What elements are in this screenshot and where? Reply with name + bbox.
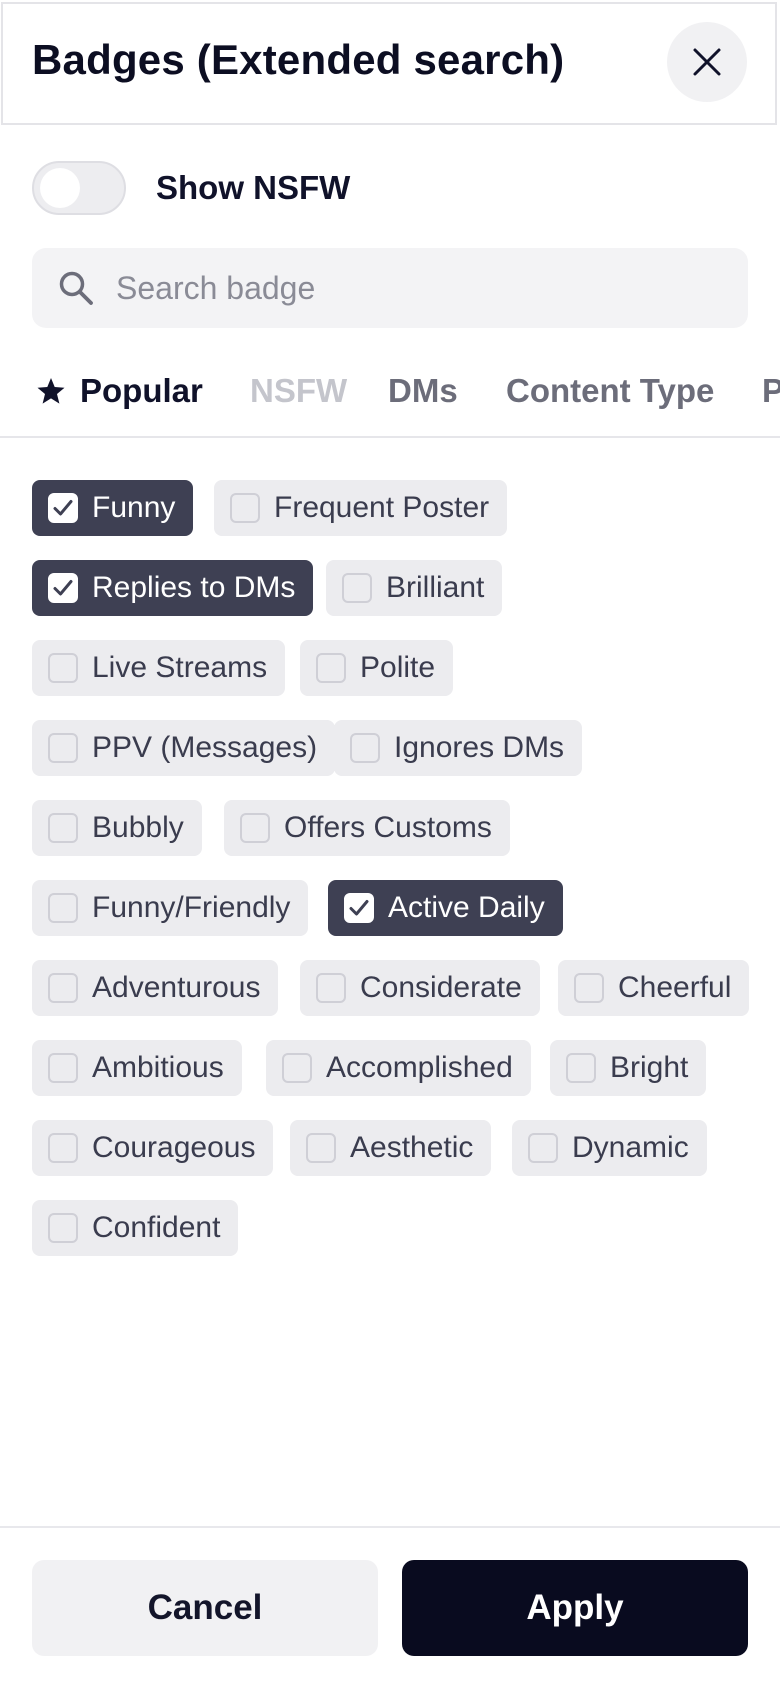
checkbox <box>48 1133 78 1163</box>
star-icon <box>37 378 65 404</box>
badge-label: Ambitious <box>92 1051 224 1084</box>
checkbox <box>574 973 604 1003</box>
nsfw-toggle[interactable] <box>32 161 126 215</box>
checkbox <box>48 813 78 843</box>
badge-chip[interactable]: Polite <box>300 640 454 696</box>
badge-label: Bright <box>610 1051 689 1084</box>
checkbox <box>316 653 346 683</box>
badge-label: Live Streams <box>92 651 268 684</box>
badge-chip[interactable]: Adventurous <box>32 960 279 1016</box>
badge-chip[interactable]: Confident <box>32 1200 239 1256</box>
badge-label: Bubbly <box>92 811 184 844</box>
badge-label: Brilliant <box>386 571 485 604</box>
badge-chip[interactable]: Funny/Friendly <box>32 880 309 936</box>
badge-chip[interactable]: Bright <box>550 1040 707 1096</box>
checkbox <box>48 1053 78 1083</box>
tab-label: NSFW <box>250 372 348 409</box>
close-icon <box>693 48 721 76</box>
close-button[interactable] <box>667 22 747 102</box>
checkbox <box>350 733 380 763</box>
checkbox <box>48 493 78 523</box>
category-tabs: Popular NSFW DMs Content Type P <box>0 362 780 438</box>
tab-nsfw[interactable]: NSFW <box>250 372 347 410</box>
badge-label: Funny/Friendly <box>92 891 291 924</box>
checkbox <box>316 973 346 1003</box>
checkbox <box>282 1053 312 1083</box>
badge-label: Cheerful <box>618 971 732 1004</box>
checkbox <box>230 493 260 523</box>
tab-label: DMs <box>388 372 458 409</box>
tab-popular[interactable]: Popular <box>36 372 203 410</box>
toggle-knob <box>40 168 80 208</box>
checkbox <box>344 893 374 923</box>
badge-chip[interactable]: Funny <box>32 480 194 536</box>
nsfw-toggle-row: Show NSFW <box>32 160 350 216</box>
badge-label: Accomplished <box>326 1051 513 1084</box>
checkbox <box>342 573 372 603</box>
search-input[interactable] <box>114 268 698 308</box>
badge-chip[interactable]: Courageous <box>32 1120 274 1176</box>
badge-chip[interactable]: Considerate <box>300 960 540 1016</box>
checkbox <box>48 573 78 603</box>
badge-label: Funny <box>92 491 176 524</box>
check-icon <box>349 900 369 916</box>
search-box <box>32 248 748 328</box>
checkbox <box>528 1133 558 1163</box>
modal-footer: Cancel Apply <box>0 1526 780 1688</box>
tab-next[interactable]: P <box>762 372 780 410</box>
badge-chip[interactable]: Active Daily <box>328 880 563 936</box>
checkbox <box>48 973 78 1003</box>
badge-chip[interactable]: Dynamic <box>512 1120 707 1176</box>
apply-button[interactable]: Apply <box>402 1560 748 1656</box>
checkbox <box>48 893 78 923</box>
badge-label: Frequent Poster <box>274 491 490 524</box>
page-title: Badges (Extended search) <box>32 36 565 83</box>
search-icon <box>59 271 93 305</box>
badge-label: Replies to DMs <box>92 571 296 604</box>
badge-label: Considerate <box>360 971 522 1004</box>
check-icon <box>53 580 73 596</box>
badge-chip[interactable]: Replies to DMs <box>32 560 314 616</box>
badge-label: Dynamic <box>572 1131 689 1164</box>
badge-label: Active Daily <box>388 891 545 924</box>
badge-chip[interactable]: PPV (Messages) <box>32 720 336 776</box>
badge-label: Offers Customs <box>284 811 492 844</box>
badge-label: Ignores DMs <box>394 731 565 764</box>
badge-chip[interactable]: Aesthetic <box>290 1120 492 1176</box>
tab-dms[interactable]: DMs <box>388 372 458 410</box>
badge-label: Aesthetic <box>350 1131 474 1164</box>
badge-label: Polite <box>360 651 436 684</box>
badge-chip[interactable]: Cheerful <box>558 960 750 1016</box>
tab-label: Content Type <box>506 372 715 409</box>
nsfw-toggle-label: Show NSFW <box>156 169 351 206</box>
tab-content-type[interactable]: Content Type <box>506 372 714 410</box>
checkbox <box>240 813 270 843</box>
tab-label: P <box>762 372 780 410</box>
badge-chip[interactable]: Ignores DMs <box>334 720 583 776</box>
checkbox <box>48 653 78 683</box>
checkbox <box>306 1133 336 1163</box>
badge-label: Confident <box>92 1211 221 1244</box>
badge-chip[interactable]: Live Streams <box>32 640 286 696</box>
badge-label: Courageous <box>92 1131 256 1164</box>
badge-label: Adventurous <box>92 971 261 1004</box>
badge-chip[interactable]: Accomplished <box>266 1040 531 1096</box>
checkbox <box>566 1053 596 1083</box>
checkbox <box>48 1213 78 1243</box>
check-icon <box>53 500 73 516</box>
badge-chip[interactable]: Offers Customs <box>224 800 510 856</box>
badge-chip[interactable]: Ambitious <box>32 1040 242 1096</box>
checkbox <box>48 733 78 763</box>
tab-label: Popular <box>80 372 203 409</box>
badge-label: PPV (Messages) <box>92 731 318 764</box>
cancel-button[interactable]: Cancel <box>32 1560 378 1656</box>
badge-chip[interactable]: Brilliant <box>326 560 503 616</box>
badge-chip[interactable]: Bubbly <box>32 800 202 856</box>
badge-chip[interactable]: Frequent Poster <box>214 480 508 536</box>
